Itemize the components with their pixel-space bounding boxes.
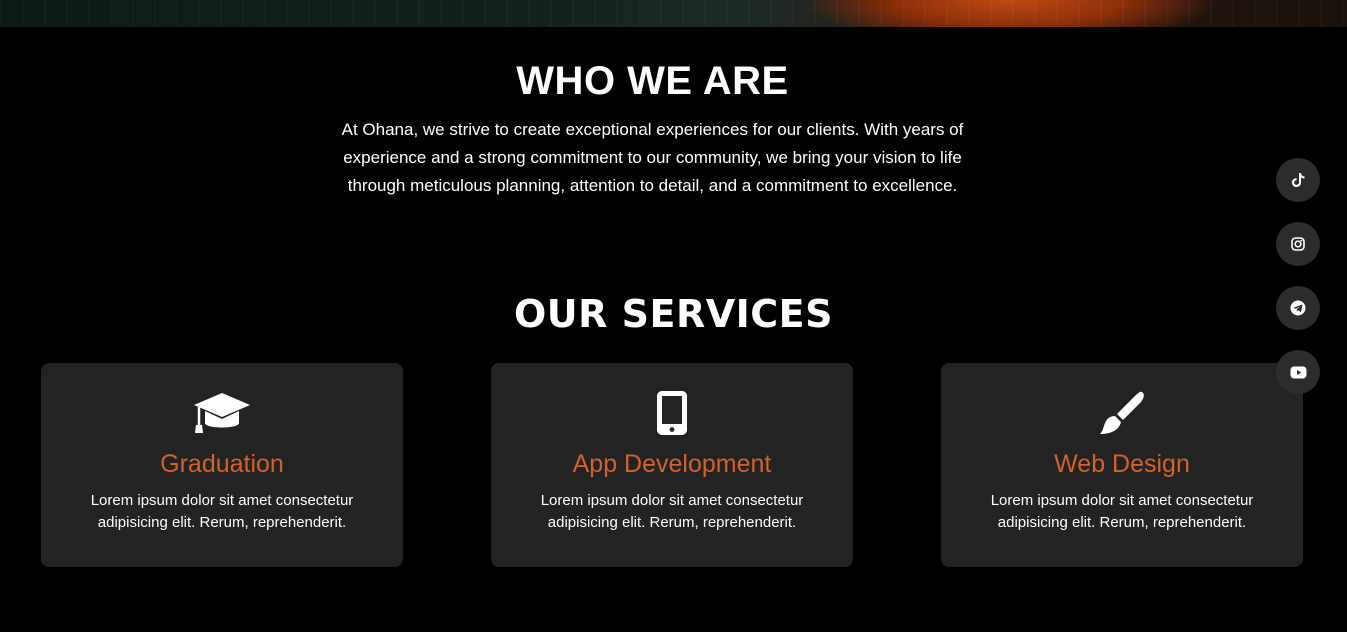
who-we-are-text: At Ohana, we strive to create exceptiona…: [341, 120, 964, 195]
paintbrush-icon: [941, 389, 1303, 437]
service-card-web-design: Web Design Lorem ipsum dolor sit amet co…: [941, 363, 1303, 567]
tiktok-button[interactable]: [1276, 158, 1320, 202]
mobile-phone-icon: [491, 389, 853, 437]
graduation-cap-icon: [41, 389, 403, 437]
hero-image-strip: [0, 0, 1347, 27]
youtube-button[interactable]: [1276, 350, 1320, 394]
service-card-graduation: Graduation Lorem ipsum dolor sit amet co…: [41, 363, 403, 567]
instagram-button[interactable]: [1276, 222, 1320, 266]
services-heading: OUR SERVICES: [514, 292, 833, 336]
service-title: Graduation: [160, 450, 284, 478]
service-title: App Development: [572, 450, 772, 478]
service-title: Web Design: [1054, 450, 1190, 478]
instagram-icon: [1291, 237, 1305, 251]
who-we-are-heading: WHO WE ARE: [516, 59, 789, 103]
telegram-icon: [1290, 300, 1306, 316]
service-description: Lorem ipsum dolor sit amet consectetur a…: [90, 492, 354, 531]
service-description: Lorem ipsum dolor sit amet consectetur a…: [990, 492, 1254, 531]
youtube-icon: [1290, 366, 1306, 378]
service-card-app-development: App Development Lorem ipsum dolor sit am…: [491, 363, 853, 567]
service-description: Lorem ipsum dolor sit amet consectetur a…: [540, 492, 804, 531]
telegram-button[interactable]: [1276, 286, 1320, 330]
tiktok-icon: [1292, 173, 1305, 187]
